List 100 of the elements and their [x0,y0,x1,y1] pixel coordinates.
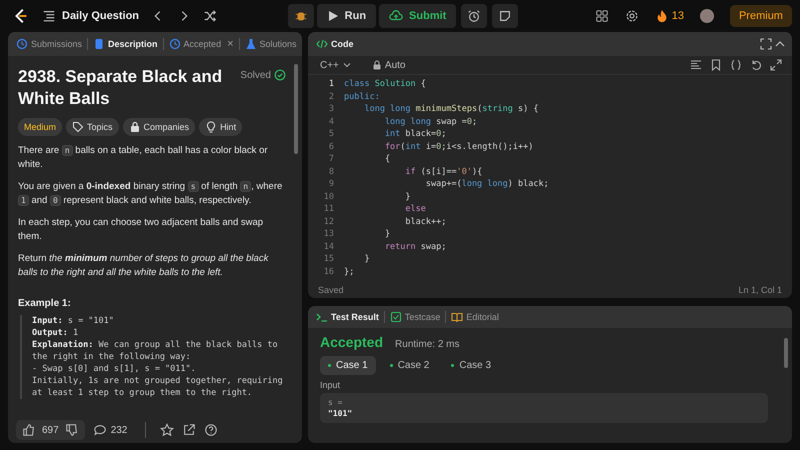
terminal-icon [316,311,328,323]
line-number: 1 [328,79,335,90]
mode-label: Auto [384,60,406,70]
line-number: 14 [322,242,335,252]
tag-chip[interactable]: Topics [66,118,119,136]
clock-icon [16,38,28,50]
code-panel-title: Code [331,39,354,49]
code-line: public: [344,92,380,102]
code-line: class Solution { [344,79,426,90]
expand-icon[interactable] [770,59,782,71]
line-number: 8 [328,166,335,177]
settings-icon[interactable] [624,9,639,23]
verdict-label: Accepted [320,334,384,350]
problem-title: 2938. Separate Black and White Balls [18,66,224,110]
variable-value: "101" [328,408,354,419]
tag-chip[interactable]: Hint [199,118,242,136]
line-number: 15 [322,254,335,264]
runtime-label: Runtime: 2 ms [395,339,460,350]
code-line: int black=0; [384,129,446,140]
share-icon[interactable] [182,423,196,437]
tag-chip[interactable]: Companies [122,118,196,136]
panel-tab[interactable]: Accepted [166,36,224,52]
code-line: black++; [404,216,446,227]
line-number: 6 [328,142,335,152]
example-line: Explanation: We can group all the black balls to the right in the following way: [32,339,279,363]
line-number: 12 [322,216,335,227]
save-status: Saved [318,285,344,295]
lock-icon [128,121,141,133]
panel-tab[interactable]: Test Result [314,309,381,325]
code-line: } [363,254,370,264]
cursor-position: Ln 1, Col 1 [738,285,782,295]
star-icon[interactable] [160,423,174,437]
play-icon [326,10,339,22]
example-heading: Example 1: [18,298,72,309]
braces-icon[interactable] [730,59,742,71]
avatar[interactable] [700,9,714,23]
problem-list-title[interactable]: Daily Question [62,10,140,22]
flask-icon [244,38,257,50]
code-line: else [404,204,426,214]
case-tab[interactable]: Case 1 [320,356,376,375]
code-line: swap+=(long long) black; [424,179,549,190]
grid-icon[interactable] [594,9,609,23]
code-line: long long swap =0; [384,116,478,127]
tag-chip[interactable]: Medium [18,118,62,136]
panel-tab[interactable]: Solutions [242,36,299,52]
caret-icon [342,60,352,70]
line-number: 2 [328,92,335,102]
description-paragraph: Return the minimum number of steps to group all the black balls to the right and all the white balls to the left. [18,252,270,280]
thumbs-down-icon[interactable] [64,423,79,437]
comment-count: 232 [110,424,128,436]
format-icon[interactable] [690,59,702,71]
example-line: Output: 1 [32,327,80,339]
tag-icon [72,121,84,133]
like-count: 697 [42,424,59,436]
bookmark-icon[interactable] [710,59,722,71]
line-number: 16 [322,266,335,277]
submit-button[interactable]: Submit [379,4,456,28]
flame-icon[interactable] [654,9,669,23]
shuffle-icon[interactable] [203,9,218,23]
panel-tab[interactable]: Editorial [449,309,501,325]
case-tab[interactable]: Case 3 [443,356,500,375]
line-number: 3 [328,104,335,114]
close-tab-button[interactable]: × [225,38,236,50]
alarm-clock-icon [467,9,482,23]
example-line: - Swap s[0] and s[1], s = "011". [32,363,197,375]
undo-icon[interactable] [750,59,762,71]
case-tab[interactable]: Case 2 [382,356,438,375]
alarm-button[interactable] [461,4,488,28]
fullscreen-icon[interactable] [760,38,772,50]
solved-label: Solved [240,70,271,80]
code-line: return swap; [384,242,446,252]
line-number: 5 [328,129,335,140]
line-number: 4 [328,116,335,127]
document-icon [93,38,106,50]
run-button[interactable]: Run [316,4,376,28]
note-button[interactable] [492,4,518,28]
panel-tab[interactable]: Testcase [388,309,442,325]
list-icon[interactable] [42,9,56,23]
book-icon [451,311,464,323]
premium-button[interactable]: Premium [730,5,792,27]
lock-icon [372,60,382,70]
panel-tab[interactable]: Description [91,36,160,52]
code-line: long long minimumSteps(string s) { [363,104,539,114]
line-number: 10 [322,192,335,202]
check-circle-icon [274,69,286,81]
example-line: Input: s = "101" [32,315,115,327]
example-line: Initially, 1s are not grouped together, requiring at least 1 step to group them to the right. [32,375,284,399]
code-line: } [384,229,390,240]
language-dropdown[interactable]: C++ [314,58,358,72]
help-icon[interactable] [204,423,218,437]
thumbs-up-icon[interactable] [22,423,36,437]
variable-name: s = [328,397,344,408]
debug-button[interactable] [288,4,314,28]
code-line: { [384,154,390,164]
streak-count: 13 [672,10,684,22]
code-line: if (s[i]=='0'){ [404,166,482,177]
input-label: Input [320,380,342,390]
comment-icon[interactable] [92,423,107,437]
description-paragraph: You are given a 0-indexed binary string s of length n , where 1 and 0 represent black and white balls, respectively. [18,180,284,208]
panel-tab[interactable]: Submissions [14,36,84,52]
